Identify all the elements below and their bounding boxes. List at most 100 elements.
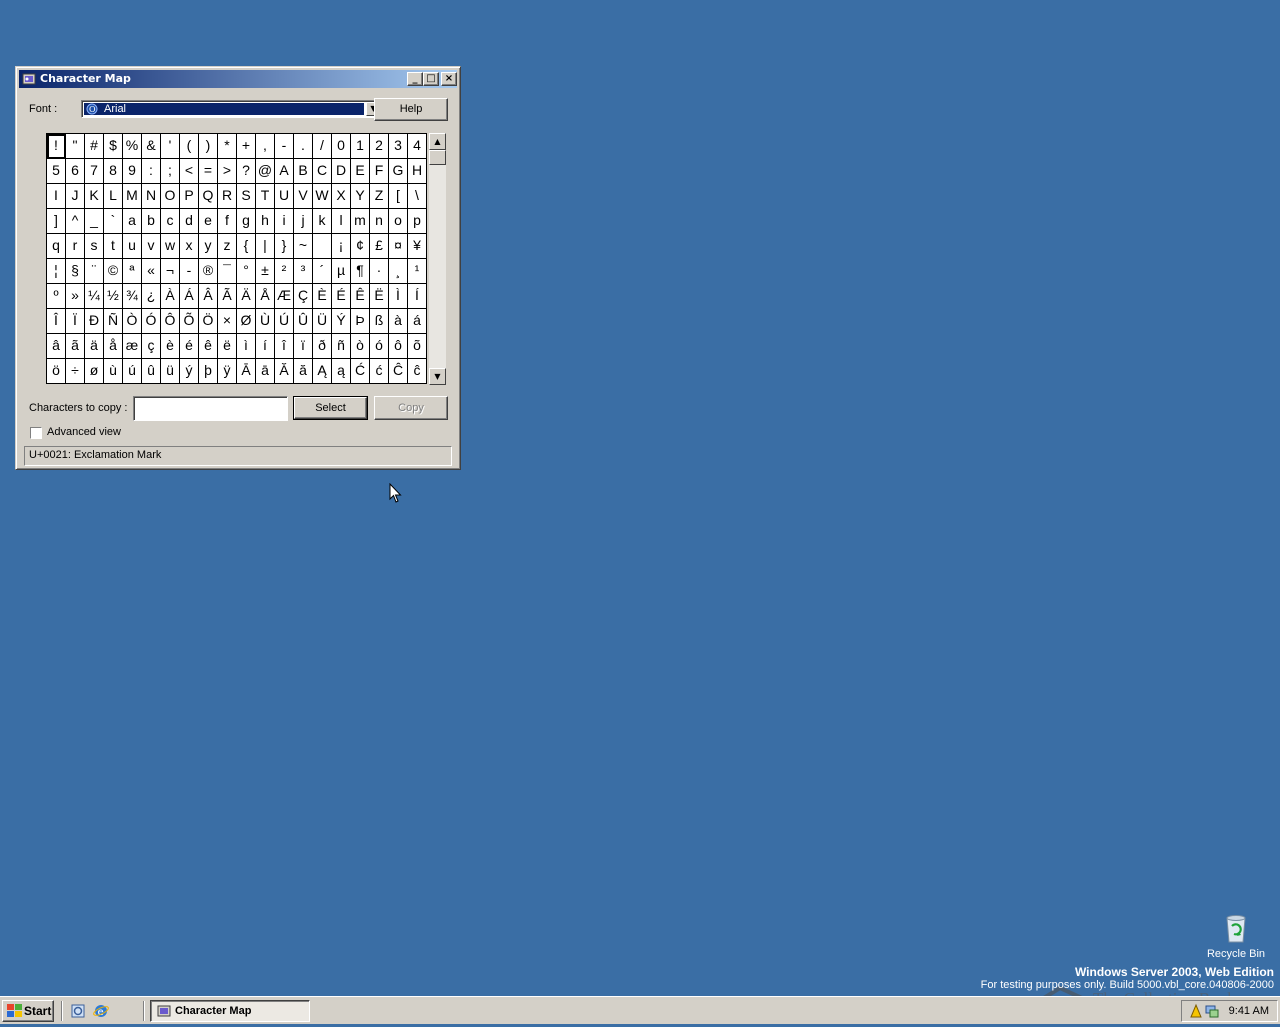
character-cell[interactable]: × (218, 309, 237, 334)
scroll-up-button[interactable]: ▲ (429, 133, 446, 150)
character-cell[interactable]: Ý (332, 309, 351, 334)
character-cell[interactable]: æ (123, 334, 142, 359)
character-cell[interactable]: - (275, 134, 294, 159)
character-cell[interactable]: ³ (294, 259, 313, 284)
character-cell[interactable]: ( (180, 134, 199, 159)
character-cell[interactable]: Ð (85, 309, 104, 334)
character-cell[interactable]: ¸ (389, 259, 408, 284)
character-cell[interactable]: X (332, 184, 351, 209)
character-cell[interactable]: c (161, 209, 180, 234)
character-cell[interactable]: û (142, 359, 161, 384)
character-cell[interactable]: L (104, 184, 123, 209)
character-cell[interactable]: 5 (47, 159, 66, 184)
character-cell[interactable]: ó (370, 334, 389, 359)
character-cell[interactable]: * (218, 134, 237, 159)
character-cell[interactable]: Ø (237, 309, 256, 334)
character-cell[interactable]: Õ (180, 309, 199, 334)
character-cell[interactable]: u (123, 234, 142, 259)
character-cell[interactable]: % (123, 134, 142, 159)
character-cell[interactable]: Ć (351, 359, 370, 384)
character-cell[interactable]: ! (47, 134, 66, 159)
character-cell[interactable]: J (66, 184, 85, 209)
title-bar[interactable]: Character Map _ □ × (19, 70, 457, 88)
character-cell[interactable]: ¾ (123, 284, 142, 309)
character-cell[interactable]: â (47, 334, 66, 359)
character-cell[interactable]: ì (237, 334, 256, 359)
character-cell[interactable]: y (199, 234, 218, 259)
character-cell[interactable]: Æ (275, 284, 294, 309)
character-cell[interactable]: ~ (294, 234, 313, 259)
character-cell[interactable]: b (142, 209, 161, 234)
character-cell[interactable]: · (370, 259, 389, 284)
character-cell[interactable]: ¢ (351, 234, 370, 259)
character-cell[interactable]: Í (408, 284, 427, 309)
character-cell[interactable] (313, 234, 332, 259)
character-cell[interactable]: Ā (237, 359, 256, 384)
character-cell[interactable]: z (218, 234, 237, 259)
character-cell[interactable]: , (256, 134, 275, 159)
character-cell[interactable]: ø (85, 359, 104, 384)
character-cell[interactable]: < (180, 159, 199, 184)
character-cell[interactable]: ' (161, 134, 180, 159)
character-cell[interactable]: n (370, 209, 389, 234)
recycle-bin[interactable]: Recycle Bin (1206, 912, 1266, 960)
close-button[interactable]: × (441, 72, 457, 86)
character-cell[interactable]: ą (332, 359, 351, 384)
character-cell[interactable]: ª (123, 259, 142, 284)
character-cell[interactable]: ; (161, 159, 180, 184)
character-cell[interactable]: þ (199, 359, 218, 384)
character-cell[interactable]: ¼ (85, 284, 104, 309)
character-cell[interactable]: t (104, 234, 123, 259)
character-cell[interactable]: É (332, 284, 351, 309)
character-cell[interactable]: 0 (332, 134, 351, 159)
maximize-button[interactable]: □ (423, 72, 439, 86)
character-cell[interactable]: Å (256, 284, 275, 309)
character-cell[interactable]: Ç (294, 284, 313, 309)
character-cell[interactable]: º (47, 284, 66, 309)
character-cell[interactable]: C (313, 159, 332, 184)
character-cell[interactable]: ä (85, 334, 104, 359)
character-cell[interactable]: Á (180, 284, 199, 309)
character-cell[interactable]: ý (180, 359, 199, 384)
network-icon[interactable] (1204, 1003, 1220, 1019)
character-cell[interactable]: & (142, 134, 161, 159)
character-cell[interactable]: Ï (66, 309, 85, 334)
character-cell[interactable]: # (85, 134, 104, 159)
character-cell[interactable]: ¥ (408, 234, 427, 259)
character-cell[interactable]: f (218, 209, 237, 234)
select-button[interactable]: Select (293, 396, 368, 420)
character-cell[interactable]: Ü (313, 309, 332, 334)
character-cell[interactable]: Ò (123, 309, 142, 334)
character-cell[interactable]: " (66, 134, 85, 159)
character-cell[interactable]: ¶ (351, 259, 370, 284)
character-cell[interactable]: H (408, 159, 427, 184)
character-cell[interactable]: ć (370, 359, 389, 384)
character-cell[interactable]: P (180, 184, 199, 209)
character-cell[interactable]: Ă (275, 359, 294, 384)
character-cell[interactable]: ² (275, 259, 294, 284)
character-cell[interactable]: e (199, 209, 218, 234)
server-management-icon[interactable] (70, 1003, 86, 1019)
character-cell[interactable]: á (408, 309, 427, 334)
character-cell[interactable]: Ë (370, 284, 389, 309)
character-cell[interactable]: Ã (218, 284, 237, 309)
character-cell[interactable]: ð (313, 334, 332, 359)
character-cell[interactable]: - (180, 259, 199, 284)
character-cell[interactable]: ` (104, 209, 123, 234)
character-cell[interactable]: ö (47, 359, 66, 384)
character-cell[interactable]: . (294, 134, 313, 159)
character-cell[interactable]: ¡ (332, 234, 351, 259)
character-cell[interactable]: ® (199, 259, 218, 284)
character-cell[interactable]: ¿ (142, 284, 161, 309)
character-cell[interactable]: @ (256, 159, 275, 184)
character-cell[interactable]: £ (370, 234, 389, 259)
character-cell[interactable]: Ô (161, 309, 180, 334)
character-cell[interactable]: ù (104, 359, 123, 384)
character-cell[interactable]: ú (123, 359, 142, 384)
character-cell[interactable]: õ (408, 334, 427, 359)
character-cell[interactable]: ô (389, 334, 408, 359)
character-cell[interactable]: Y (351, 184, 370, 209)
character-cell[interactable]: ü (161, 359, 180, 384)
character-cell[interactable]: Ĉ (389, 359, 408, 384)
character-cell[interactable]: ´ (313, 259, 332, 284)
